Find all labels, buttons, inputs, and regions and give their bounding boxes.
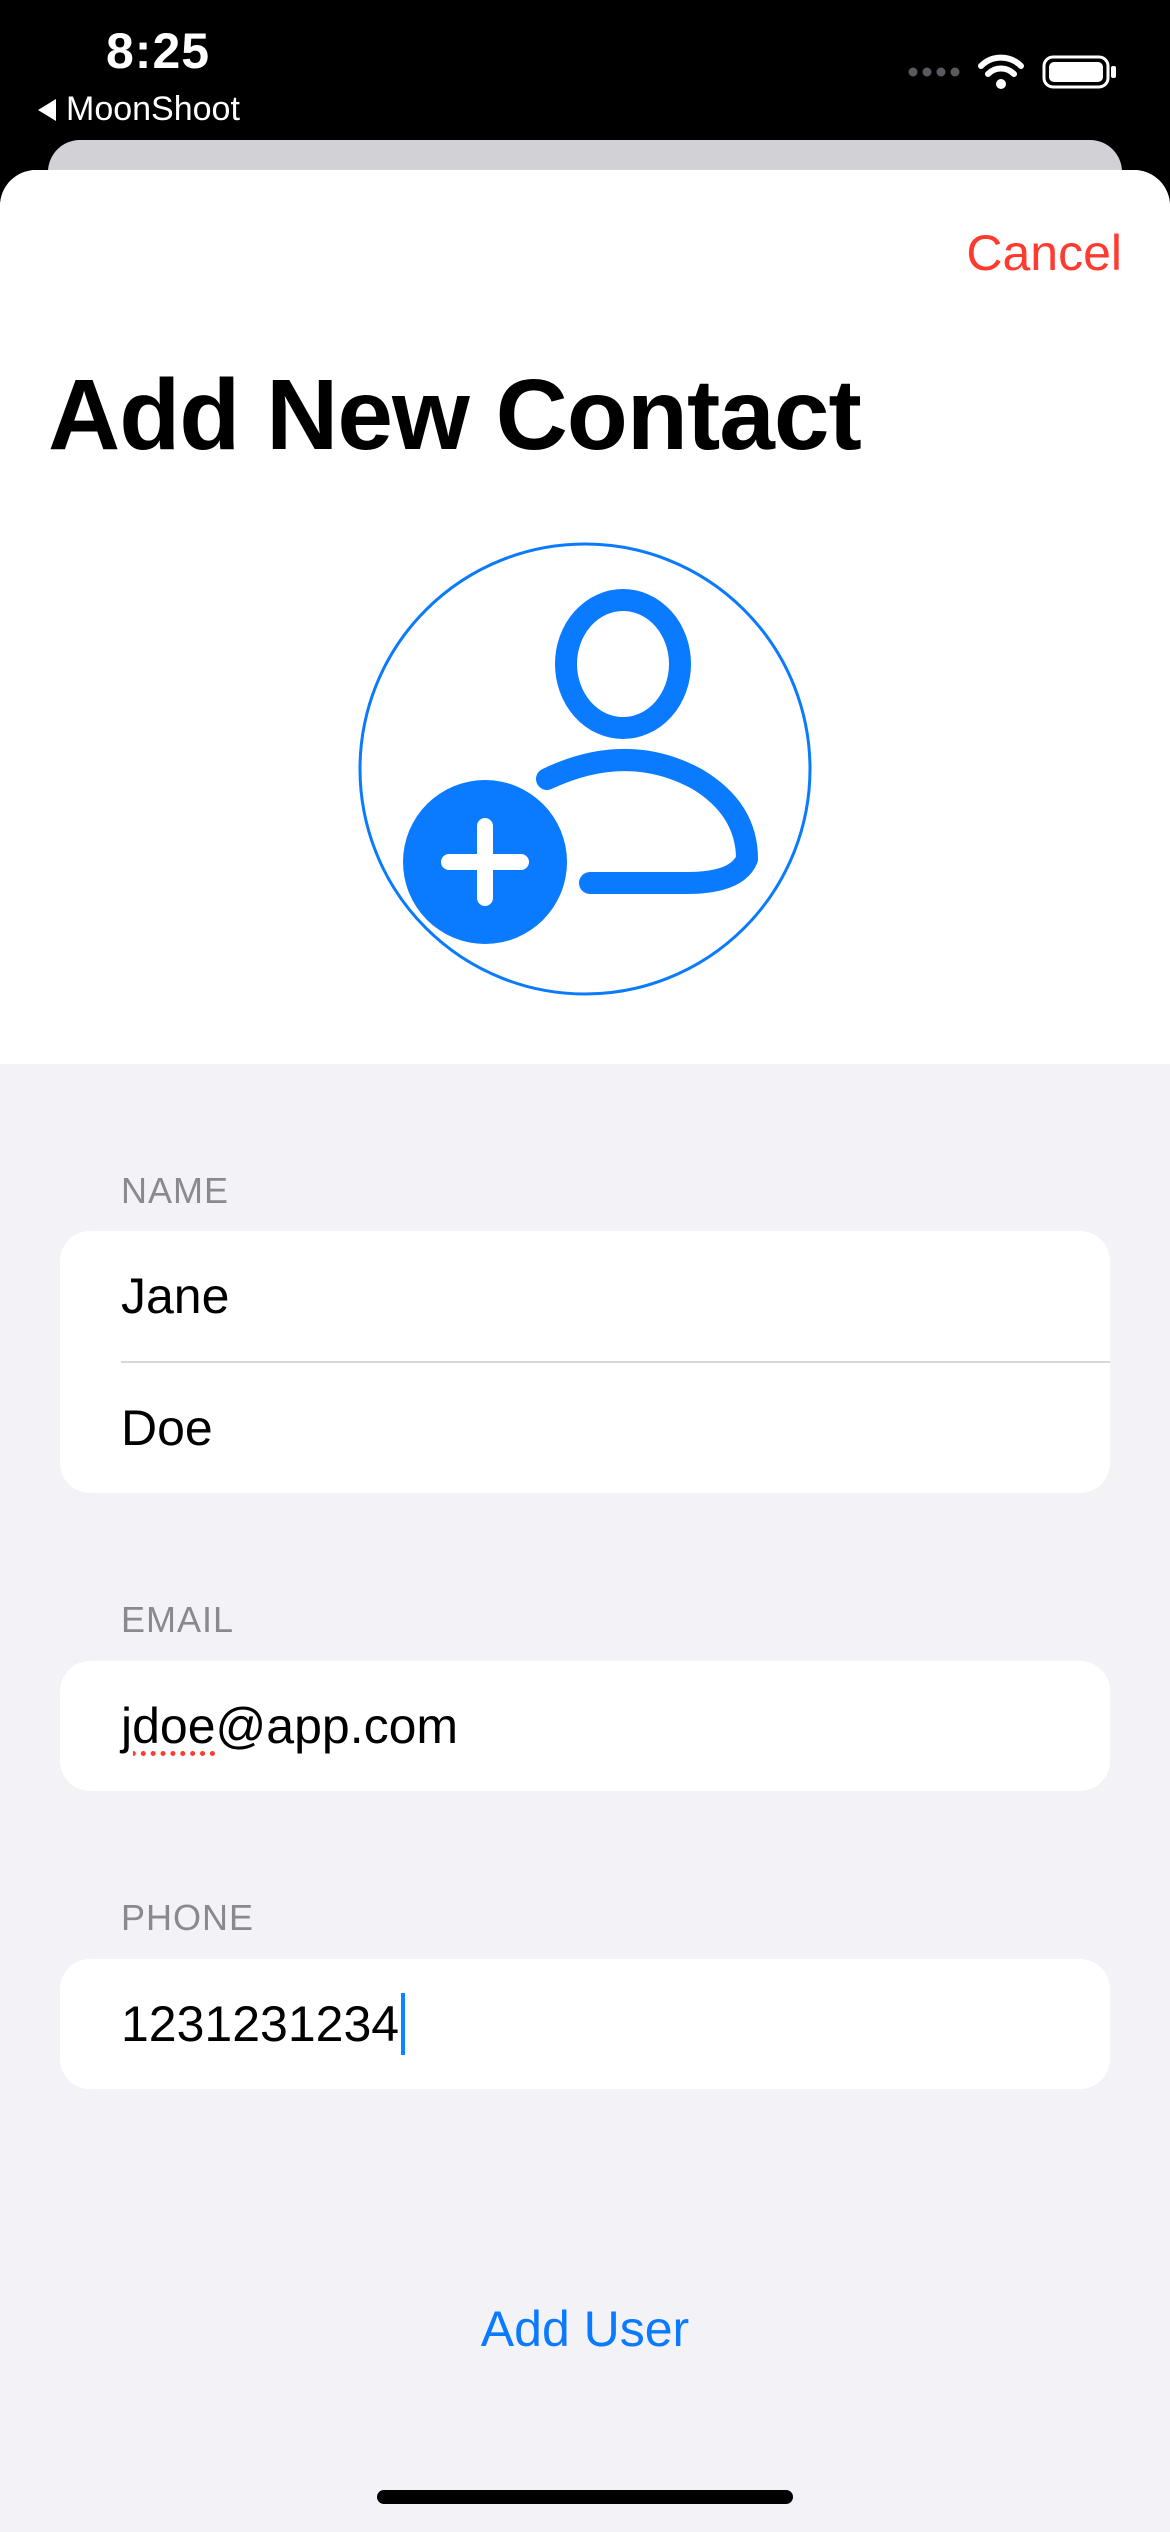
name-group [60, 1231, 1110, 1493]
back-to-app-link[interactable]: MoonShoot [38, 90, 240, 129]
person-badge-plus-icon [358, 542, 812, 996]
phone-group: 1231231234 [60, 1959, 1110, 2089]
phone-section-label: PHONE [121, 1897, 255, 1938]
first-name-field[interactable] [60, 1231, 1110, 1361]
add-user-button[interactable]: Add User [0, 2300, 1170, 2358]
modal-sheet: Cancel Add New Contact NAME EMAIL [0, 170, 1170, 2532]
cellular-icon [908, 67, 960, 77]
cancel-button[interactable]: Cancel [966, 224, 1122, 282]
name-section-label: NAME [121, 1170, 230, 1211]
phone-value: 1231231234 [121, 1996, 400, 2052]
email-group: jdoe @app.com [60, 1661, 1110, 1791]
wifi-icon [978, 54, 1024, 89]
screen: 8:25 MoonShoot Cancel Add New Contact NA… [0, 0, 1170, 2532]
text-cursor [401, 1993, 406, 2055]
email-field[interactable]: jdoe @app.com [60, 1661, 1110, 1791]
email-section-label: EMAIL [121, 1599, 235, 1640]
page-title: Add New Contact [48, 359, 862, 471]
sheet-header-area: Cancel Add New Contact [0, 170, 1170, 1064]
home-indicator[interactable] [377, 2490, 793, 2504]
status-time: 8:25 [106, 23, 211, 79]
battery-icon [1042, 55, 1116, 89]
email-misspelled-part: jdoe [121, 1698, 216, 1754]
last-name-field[interactable] [60, 1363, 1110, 1493]
back-triangle-icon [38, 98, 56, 121]
email-domain-part: @app.com [215, 1698, 459, 1754]
status-icons [908, 54, 1118, 90]
back-app-label: MoonShoot [66, 90, 240, 128]
phone-field[interactable]: 1231231234 [60, 1959, 1110, 2089]
add-photo-button[interactable] [357, 541, 813, 997]
